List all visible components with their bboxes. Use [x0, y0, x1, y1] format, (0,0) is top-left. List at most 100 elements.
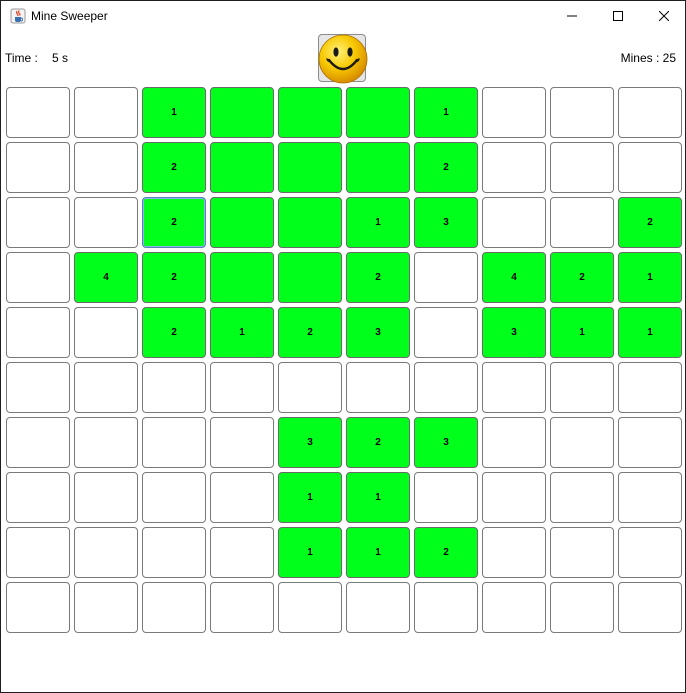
mine-cell[interactable] — [210, 362, 274, 413]
mine-cell[interactable] — [550, 142, 614, 193]
mine-cell[interactable]: 1 — [210, 307, 274, 358]
mine-cell[interactable] — [482, 527, 546, 578]
mine-cell[interactable] — [142, 362, 206, 413]
mine-cell[interactable] — [210, 417, 274, 468]
mine-cell[interactable]: 1 — [618, 252, 682, 303]
mine-cell[interactable] — [278, 142, 342, 193]
mine-cell[interactable] — [550, 87, 614, 138]
mine-cell[interactable] — [550, 362, 614, 413]
minimize-button[interactable] — [549, 1, 595, 31]
mine-cell[interactable] — [6, 472, 70, 523]
mine-cell[interactable]: 1 — [278, 527, 342, 578]
mine-cell[interactable] — [210, 252, 274, 303]
mine-cell[interactable] — [74, 582, 138, 633]
new-game-smiley-button[interactable] — [318, 34, 368, 84]
mine-cell[interactable] — [74, 142, 138, 193]
mine-cell[interactable] — [346, 582, 410, 633]
mine-cell[interactable] — [618, 582, 682, 633]
mine-cell[interactable] — [618, 87, 682, 138]
mine-cell[interactable]: 4 — [482, 252, 546, 303]
mine-cell[interactable] — [210, 472, 274, 523]
mine-cell[interactable] — [618, 142, 682, 193]
mine-cell[interactable]: 2 — [346, 417, 410, 468]
mine-cell[interactable] — [482, 197, 546, 248]
mine-cell[interactable] — [74, 417, 138, 468]
title-bar[interactable]: Mine Sweeper — [1, 1, 685, 31]
mine-cell[interactable] — [6, 362, 70, 413]
mine-cell[interactable] — [74, 197, 138, 248]
mine-cell[interactable] — [414, 472, 478, 523]
mine-cell[interactable] — [550, 527, 614, 578]
mine-cell[interactable]: 4 — [74, 252, 138, 303]
mine-cell[interactable]: 3 — [278, 417, 342, 468]
mine-cell[interactable]: 1 — [346, 472, 410, 523]
mine-cell[interactable] — [74, 87, 138, 138]
mine-cell[interactable] — [6, 197, 70, 248]
mine-cell[interactable] — [482, 87, 546, 138]
mine-cell[interactable]: 2 — [414, 142, 478, 193]
mine-cell[interactable] — [210, 527, 274, 578]
mine-cell[interactable] — [6, 307, 70, 358]
mine-cell[interactable]: 3 — [482, 307, 546, 358]
mine-cell[interactable] — [6, 252, 70, 303]
mine-cell[interactable]: 2 — [346, 252, 410, 303]
mine-cell[interactable] — [74, 472, 138, 523]
mine-cell[interactable]: 3 — [414, 197, 478, 248]
mine-cell[interactable] — [482, 472, 546, 523]
mine-cell[interactable]: 1 — [278, 472, 342, 523]
mine-cell[interactable]: 2 — [142, 197, 206, 248]
mine-cell[interactable]: 2 — [142, 142, 206, 193]
mine-cell[interactable] — [278, 362, 342, 413]
mine-cell[interactable] — [74, 307, 138, 358]
mine-cell[interactable] — [142, 472, 206, 523]
mine-cell[interactable] — [346, 362, 410, 413]
mine-cell[interactable]: 2 — [142, 307, 206, 358]
mine-cell[interactable] — [482, 582, 546, 633]
mine-cell[interactable]: 1 — [346, 527, 410, 578]
mine-cell[interactable] — [278, 252, 342, 303]
mine-cell[interactable] — [278, 197, 342, 248]
mine-cell[interactable] — [210, 142, 274, 193]
mine-cell[interactable] — [618, 362, 682, 413]
mine-cell[interactable] — [618, 417, 682, 468]
mine-cell[interactable] — [550, 417, 614, 468]
mine-cell[interactable] — [74, 527, 138, 578]
mine-cell[interactable]: 2 — [414, 527, 478, 578]
mine-cell[interactable] — [6, 142, 70, 193]
mine-cell[interactable] — [6, 87, 70, 138]
mine-cell[interactable] — [142, 527, 206, 578]
mine-cell[interactable] — [414, 582, 478, 633]
mine-cell[interactable] — [142, 417, 206, 468]
mine-cell[interactable]: 2 — [550, 252, 614, 303]
mine-cell[interactable]: 3 — [346, 307, 410, 358]
mine-cell[interactable] — [74, 362, 138, 413]
mine-cell[interactable]: 1 — [346, 197, 410, 248]
mine-cell[interactable] — [550, 582, 614, 633]
mine-cell[interactable] — [618, 472, 682, 523]
mine-cell[interactable] — [618, 527, 682, 578]
mine-cell[interactable]: 2 — [618, 197, 682, 248]
mine-cell[interactable] — [482, 417, 546, 468]
mine-cell[interactable]: 1 — [142, 87, 206, 138]
mine-cell[interactable] — [414, 307, 478, 358]
mine-cell[interactable] — [346, 142, 410, 193]
mine-cell[interactable] — [482, 362, 546, 413]
mine-cell[interactable] — [278, 87, 342, 138]
mine-cell[interactable] — [278, 582, 342, 633]
maximize-button[interactable] — [595, 1, 641, 31]
mine-cell[interactable] — [550, 472, 614, 523]
close-button[interactable] — [641, 1, 686, 31]
mine-cell[interactable] — [414, 362, 478, 413]
mine-cell[interactable] — [210, 582, 274, 633]
mine-cell[interactable] — [6, 417, 70, 468]
mine-cell[interactable]: 1 — [550, 307, 614, 358]
mine-cell[interactable] — [414, 252, 478, 303]
mine-cell[interactable] — [6, 582, 70, 633]
mine-cell[interactable] — [210, 87, 274, 138]
mine-cell[interactable]: 1 — [618, 307, 682, 358]
mine-cell[interactable]: 2 — [142, 252, 206, 303]
mine-cell[interactable] — [482, 142, 546, 193]
mine-cell[interactable]: 1 — [414, 87, 478, 138]
mine-cell[interactable] — [346, 87, 410, 138]
mine-cell[interactable] — [6, 527, 70, 578]
